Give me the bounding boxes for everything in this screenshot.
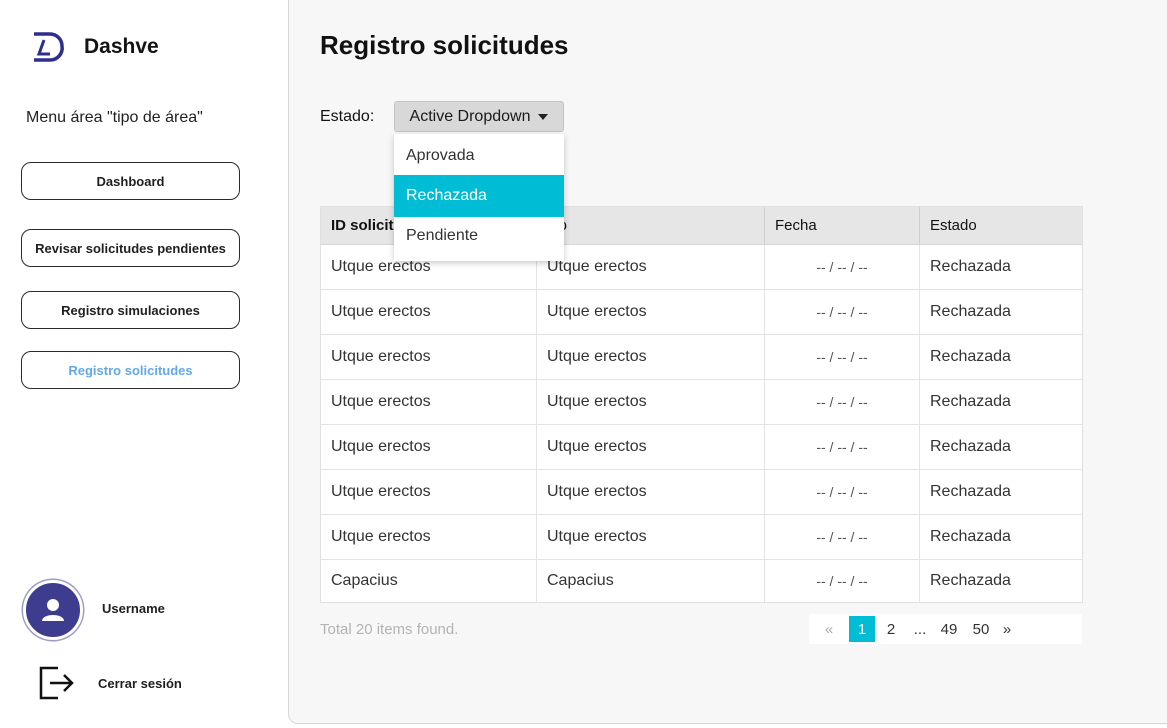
cell-fecha: -- / -- / -- xyxy=(765,290,920,334)
cell-id: Utque erectos xyxy=(321,380,537,424)
dropdown-option-rechazada[interactable]: Rechazada xyxy=(394,175,564,217)
cell-fecha: -- / -- / -- xyxy=(765,335,920,379)
cell-titulo: Utque erectos xyxy=(537,470,765,514)
pagination-next-button[interactable]: » xyxy=(997,616,1017,642)
logout-icon[interactable] xyxy=(38,662,78,702)
table-row[interactable]: Capacius Capacius -- / -- / -- Rechazada xyxy=(321,560,1082,602)
table-row[interactable]: Utque erectos Utque erectos -- / -- / -- Re… xyxy=(321,380,1082,425)
app-name: Dashve xyxy=(84,35,159,58)
pagination-prev-button[interactable]: « xyxy=(809,616,849,642)
solicitudes-table: ID solicit ulo Fecha Estado Utque erecto… xyxy=(320,206,1083,603)
column-header-titulo[interactable]: ulo xyxy=(537,207,765,244)
user-icon xyxy=(42,599,64,621)
username: Username xyxy=(102,601,165,616)
dropdown-option-pendiente[interactable]: Pendiente xyxy=(394,217,564,255)
cell-fecha: -- / -- / -- xyxy=(765,515,920,559)
menu-title: Menu área "tipo de área" xyxy=(26,109,203,126)
page-title: Registro solicitudes xyxy=(320,30,569,60)
cell-id: Capacius xyxy=(321,560,537,602)
cell-id: Utque erectos xyxy=(321,425,537,469)
caret-down-icon xyxy=(538,113,549,120)
cell-id: Utque erectos xyxy=(321,290,537,334)
logout-button[interactable]: Cerrar sesión xyxy=(98,676,182,691)
cell-estado: Rechazada xyxy=(930,348,1011,365)
nav-revisar-solicitudes-button[interactable]: Revisar solicitudes pendientes xyxy=(21,229,240,267)
estado-dropdown-menu: Aprovada Rechazada Pendiente xyxy=(394,134,564,261)
avatar[interactable] xyxy=(23,580,83,640)
cell-titulo: Utque erectos xyxy=(537,425,765,469)
cell-estado: Rechazada xyxy=(930,572,1011,589)
column-header-estado[interactable]: Estado xyxy=(920,207,1082,244)
nav-registro-simulaciones-button[interactable]: Registro simulaciones xyxy=(21,291,240,329)
cell-id: Utque erectos xyxy=(321,515,537,559)
nav-dashboard-button[interactable]: Dashboard xyxy=(21,162,240,200)
cell-estado: Rechazada xyxy=(930,303,1011,320)
dashve-logo-icon xyxy=(34,32,64,62)
dropdown-option-aprovada[interactable]: Aprovada xyxy=(394,137,564,175)
cell-estado: Rechazada xyxy=(930,393,1011,410)
cell-fecha: -- / -- / -- xyxy=(765,470,920,514)
table-row[interactable]: Utque erectos Utque erectos -- / -- / -- Re… xyxy=(321,335,1082,380)
nav-registro-solicitudes-button[interactable]: Registro solicitudes xyxy=(21,351,240,389)
table-row[interactable]: Utque erectos Utque erectos -- / -- / -- Re… xyxy=(321,290,1082,335)
main-panel: Registro solicitudes Estado: Active Drop… xyxy=(288,0,1167,724)
estado-dropdown[interactable]: Active Dropdown xyxy=(394,101,564,132)
cell-titulo: Utque erectos xyxy=(537,245,765,289)
sidebar: Dashve Menu área "tipo de área" Dashboar… xyxy=(0,0,287,728)
cell-fecha: -- / -- / -- xyxy=(765,245,920,289)
cell-fecha: -- / -- / -- xyxy=(765,560,920,602)
table-row[interactable]: Utque erectos Utque erectos -- / -- / -- Re… xyxy=(321,515,1082,560)
pagination-ellipsis[interactable]: ... xyxy=(907,616,933,642)
pagination: « 1 2 ... 49 50 » xyxy=(809,614,1082,644)
cell-titulo: Utque erectos xyxy=(537,335,765,379)
cell-estado: Rechazada xyxy=(930,438,1011,455)
cell-titulo: Utque erectos xyxy=(537,290,765,334)
dropdown-value: Active Dropdown xyxy=(409,107,531,125)
table-row[interactable]: Utque erectos Utque erectos -- / -- / -- Re… xyxy=(321,470,1082,515)
total-items-text: Total 20 items found. xyxy=(320,621,459,638)
cell-titulo: Capacius xyxy=(537,560,765,602)
pagination-page-1[interactable]: 1 xyxy=(849,616,875,642)
pagination-page-50[interactable]: 50 xyxy=(965,616,997,642)
logo-row: Dashve xyxy=(30,30,159,64)
cell-id: Utque erectos xyxy=(321,335,537,379)
table-body: Utque erectos Utque erectos -- / -- / -- Re… xyxy=(321,245,1082,602)
table-row[interactable]: Utque erectos Utque erectos -- / -- / -- Re… xyxy=(321,425,1082,470)
cell-estado: Rechazada xyxy=(930,483,1011,500)
cell-estado: Rechazada xyxy=(930,528,1011,545)
cell-estado: Rechazada xyxy=(930,258,1011,275)
cell-id: Utque erectos xyxy=(321,470,537,514)
cell-fecha: -- / -- / -- xyxy=(765,425,920,469)
cell-titulo: Utque erectos xyxy=(537,515,765,559)
cell-fecha: -- / -- / -- xyxy=(765,380,920,424)
cell-titulo: Utque erectos xyxy=(537,380,765,424)
user-row xyxy=(23,580,83,640)
pagination-page-2[interactable]: 2 xyxy=(875,616,907,642)
estado-label: Estado: xyxy=(320,108,375,125)
column-header-fecha[interactable]: Fecha xyxy=(765,207,920,244)
pagination-page-49[interactable]: 49 xyxy=(933,616,965,642)
